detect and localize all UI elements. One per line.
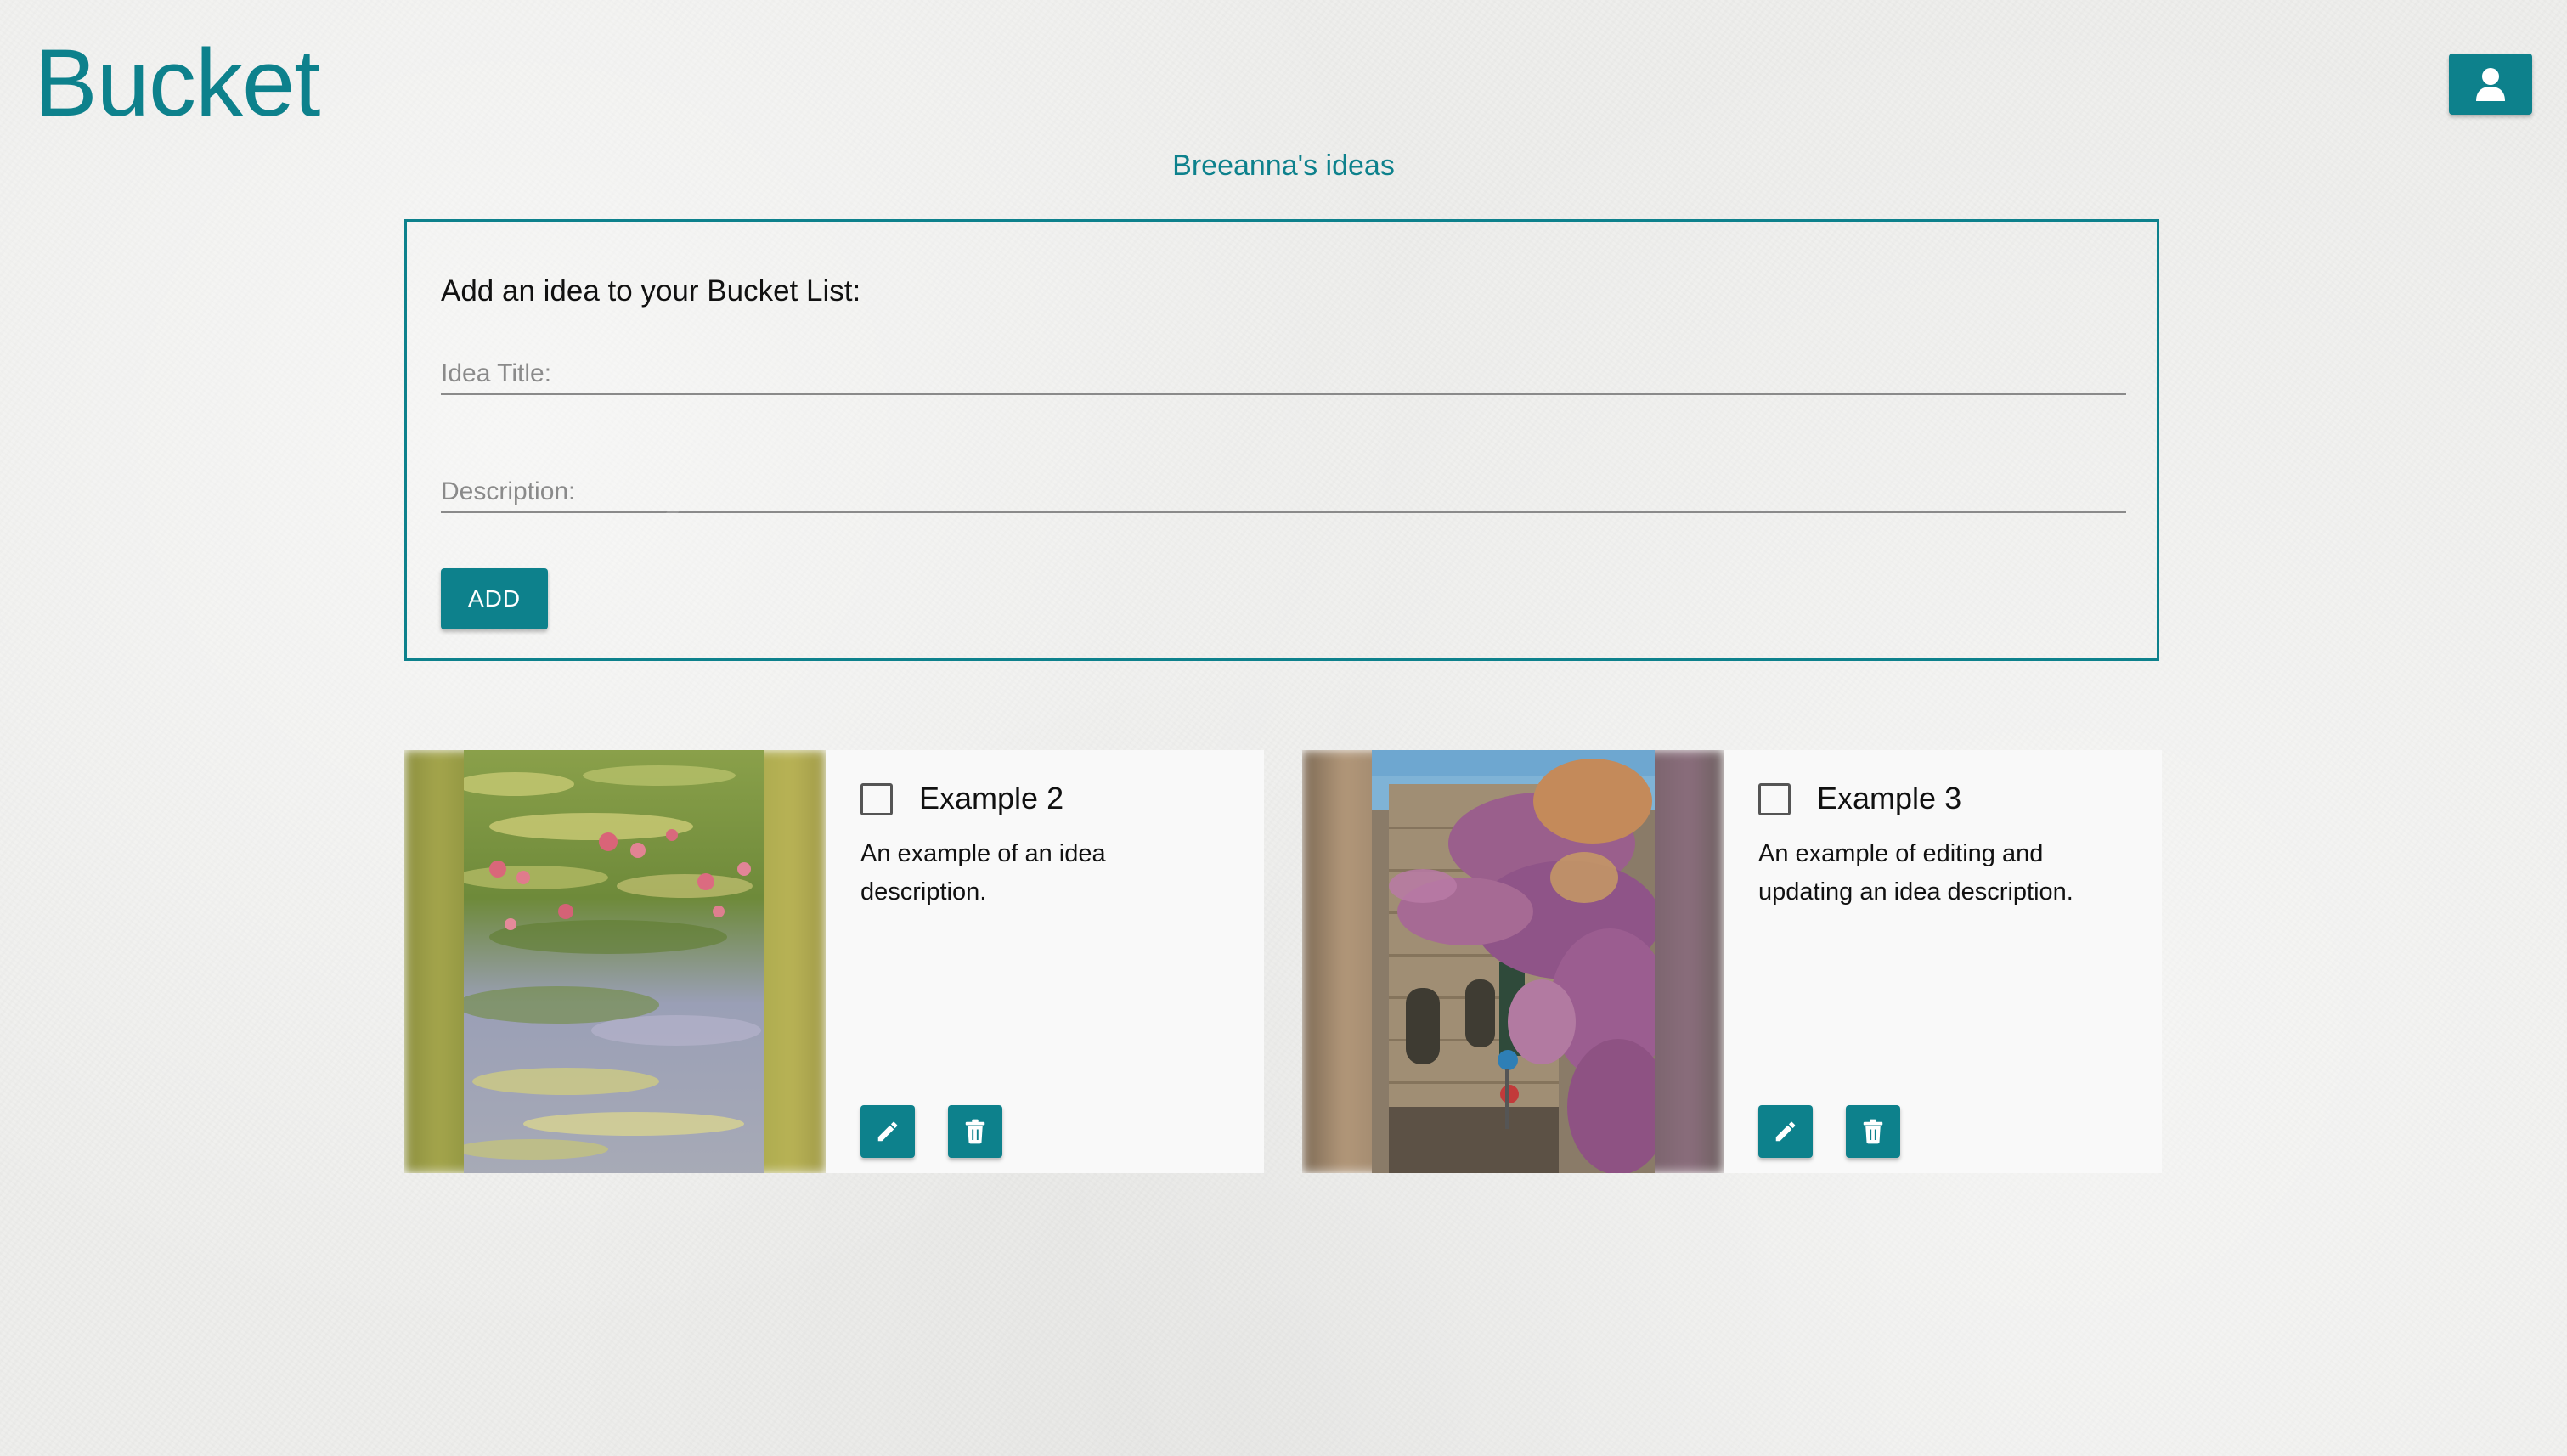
idea-card: Example 3 An example of editing and upda… <box>1302 750 2162 1173</box>
account-button[interactable] <box>2449 54 2532 115</box>
edit-button[interactable] <box>1758 1105 1813 1158</box>
pencil-icon <box>877 1121 898 1142</box>
pencil-icon <box>1775 1121 1796 1142</box>
add-idea-form: Add an idea to your Bucket List: ADD <box>404 219 2159 661</box>
idea-complete-checkbox[interactable] <box>860 783 893 815</box>
trash-icon <box>1863 1119 1883 1144</box>
idea-title: Example 3 <box>1817 781 1962 815</box>
description-field <box>441 472 2126 513</box>
idea-image <box>1302 750 1724 1173</box>
description-input[interactable] <box>441 472 2126 511</box>
idea-image <box>404 750 826 1173</box>
idea-description: An example of editing and updating an id… <box>1758 840 2073 906</box>
trash-icon <box>965 1119 985 1144</box>
idea-title: Example 2 <box>919 781 1064 815</box>
idea-title-input[interactable] <box>441 354 2126 393</box>
form-heading: Add an idea to your Bucket List: <box>441 274 861 308</box>
page-title: Breeanna's ideas <box>1172 150 1395 182</box>
idea-card: Example 2 An example of an idea descript… <box>404 750 1264 1173</box>
idea-description: An example of an idea description. <box>860 840 1106 906</box>
user-icon <box>2476 68 2505 101</box>
app-logo[interactable]: Bucket <box>34 24 320 143</box>
edit-button[interactable] <box>860 1105 915 1158</box>
idea-complete-checkbox[interactable] <box>1758 783 1791 815</box>
delete-button[interactable] <box>948 1105 1002 1158</box>
delete-button[interactable] <box>1846 1105 1900 1158</box>
add-button[interactable]: ADD <box>441 568 548 629</box>
idea-title-field <box>441 354 2126 395</box>
